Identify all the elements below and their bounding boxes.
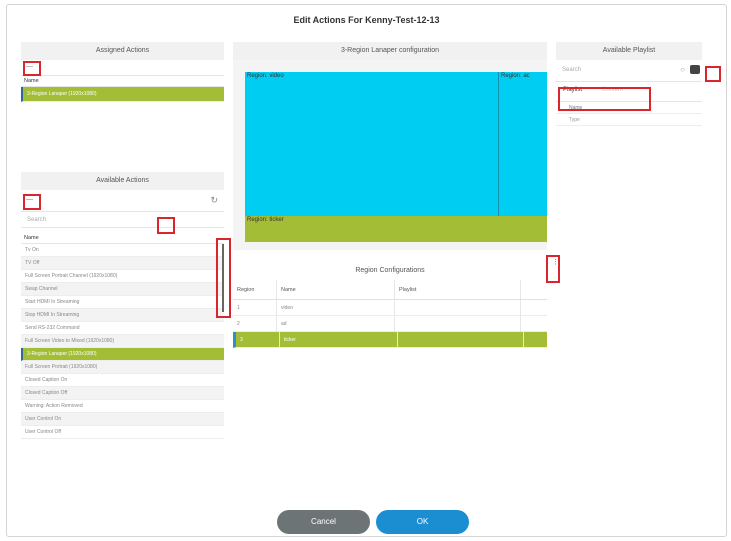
- available-action-row[interactable]: User Control Off: [21, 426, 224, 439]
- available-action-row[interactable]: TV Off: [21, 257, 224, 270]
- assigned-actions-title: Assigned Actions: [21, 42, 224, 60]
- available-action-row[interactable]: Full Screen Video to Mixed (1920x1080): [21, 335, 224, 348]
- available-action-row[interactable]: User Control On: [21, 413, 224, 426]
- available-action-row[interactable]: 3-Region Lanaper (1920x1080): [21, 348, 224, 361]
- available-playlist-title: Available Playlist: [556, 42, 702, 60]
- region-video-label: Region: video: [247, 73, 284, 79]
- available-actions-panel: Available Actions — ↻ Search Name Tv On T…: [21, 172, 224, 492]
- region-configurations-title: Region Configurations: [233, 262, 547, 280]
- playlist-search-input[interactable]: Search: [562, 67, 581, 73]
- region-table-header: Region Name Playlist: [233, 280, 547, 300]
- layout-configuration-title: 3-Region Lanaper configuration: [233, 42, 547, 60]
- available-action-row[interactable]: Tv On: [21, 244, 224, 257]
- region-number-cell: 3: [236, 332, 280, 347]
- view-icon-highlight: [705, 66, 721, 82]
- available-action-row[interactable]: Send RS-232 Command: [21, 322, 224, 335]
- region-name-cell: ticker: [280, 332, 398, 347]
- region-configurations-panel: Region Configurations Region Name Playli…: [233, 262, 547, 492]
- more-options-icon[interactable]: ⋮: [552, 259, 559, 266]
- region-column[interactable]: Region: [233, 280, 277, 299]
- layout-canvas: Region: video Region: ac Region: ticker: [245, 72, 547, 242]
- assigned-name-column[interactable]: Name: [21, 76, 224, 87]
- cancel-button[interactable]: Cancel: [277, 510, 370, 534]
- available-actions-list: Tv On TV Off Full Screen Portrait Channel …: [21, 244, 224, 439]
- region-config-row[interactable]: 2 ad: [233, 316, 547, 332]
- available-action-row[interactable]: Stop HDMI In Streaming: [21, 309, 224, 322]
- available-action-row[interactable]: Full Screen Portrait (1920x1080): [21, 361, 224, 374]
- available-search-input[interactable]: Search: [21, 212, 224, 228]
- assigned-actions-panel: Assigned Actions — Name 3-Region Lanaper…: [21, 42, 224, 157]
- available-action-row[interactable]: Start HDMI In Streaming: [21, 296, 224, 309]
- region-number-cell: 1: [233, 300, 277, 315]
- dialog-title: Edit Actions For Kenny-Test-12-13: [293, 15, 440, 25]
- available-action-row[interactable]: Closed Caption On: [21, 374, 224, 387]
- name-column[interactable]: Name: [277, 280, 395, 299]
- region-video[interactable]: Region: video: [245, 72, 499, 216]
- region-ticker-label: Region: ticker: [247, 217, 284, 223]
- playlist-column[interactable]: Playlist: [395, 280, 521, 299]
- region-ticker[interactable]: Region: ticker: [245, 216, 547, 242]
- available-action-row[interactable]: Closed Caption Off: [21, 387, 224, 400]
- available-collapse-highlight: [23, 194, 41, 210]
- region-config-row[interactable]: 1 video: [233, 300, 547, 316]
- layout-configuration-panel: 3-Region Lanaper configuration Region: v…: [233, 42, 547, 250]
- ok-button[interactable]: OK: [376, 510, 469, 534]
- region-table-body: 1 video 2 ad 3 ticker: [233, 300, 547, 348]
- available-action-row[interactable]: Swap Channel: [21, 283, 224, 296]
- region-ad[interactable]: Region: ac: [499, 72, 547, 216]
- region-config-row[interactable]: 3 ticker: [233, 332, 547, 348]
- available-action-row[interactable]: Warning: Action Removed: [21, 400, 224, 413]
- view-icon[interactable]: [690, 65, 700, 74]
- region-name-cell: ad: [277, 316, 395, 331]
- region-playlist-cell: [395, 316, 521, 331]
- available-action-row[interactable]: Full Screen Portrait Channel (1920x1080): [21, 270, 224, 283]
- available-name-column[interactable]: Name: [21, 233, 224, 244]
- search-icon[interactable]: ○: [680, 65, 685, 74]
- playlist-type-column[interactable]: Type: [556, 114, 702, 126]
- region-ad-label: Region: ac: [501, 73, 530, 79]
- search-options-highlight: [157, 217, 175, 234]
- available-actions-title: Available Actions: [21, 172, 224, 190]
- assigned-action-row[interactable]: 3-Region Lanaper (1920x1080): [21, 87, 224, 102]
- region-name-cell: video: [277, 300, 395, 315]
- region-playlist-cell: [398, 332, 524, 347]
- refresh-icon[interactable]: ↻: [210, 195, 218, 206]
- region-number-cell: 2: [233, 316, 277, 331]
- region-playlist-cell: [395, 300, 521, 315]
- assigned-collapse-highlight: [23, 61, 41, 76]
- panel-resize-handle[interactable]: [222, 244, 224, 312]
- playlist-tab-highlight: [558, 87, 651, 111]
